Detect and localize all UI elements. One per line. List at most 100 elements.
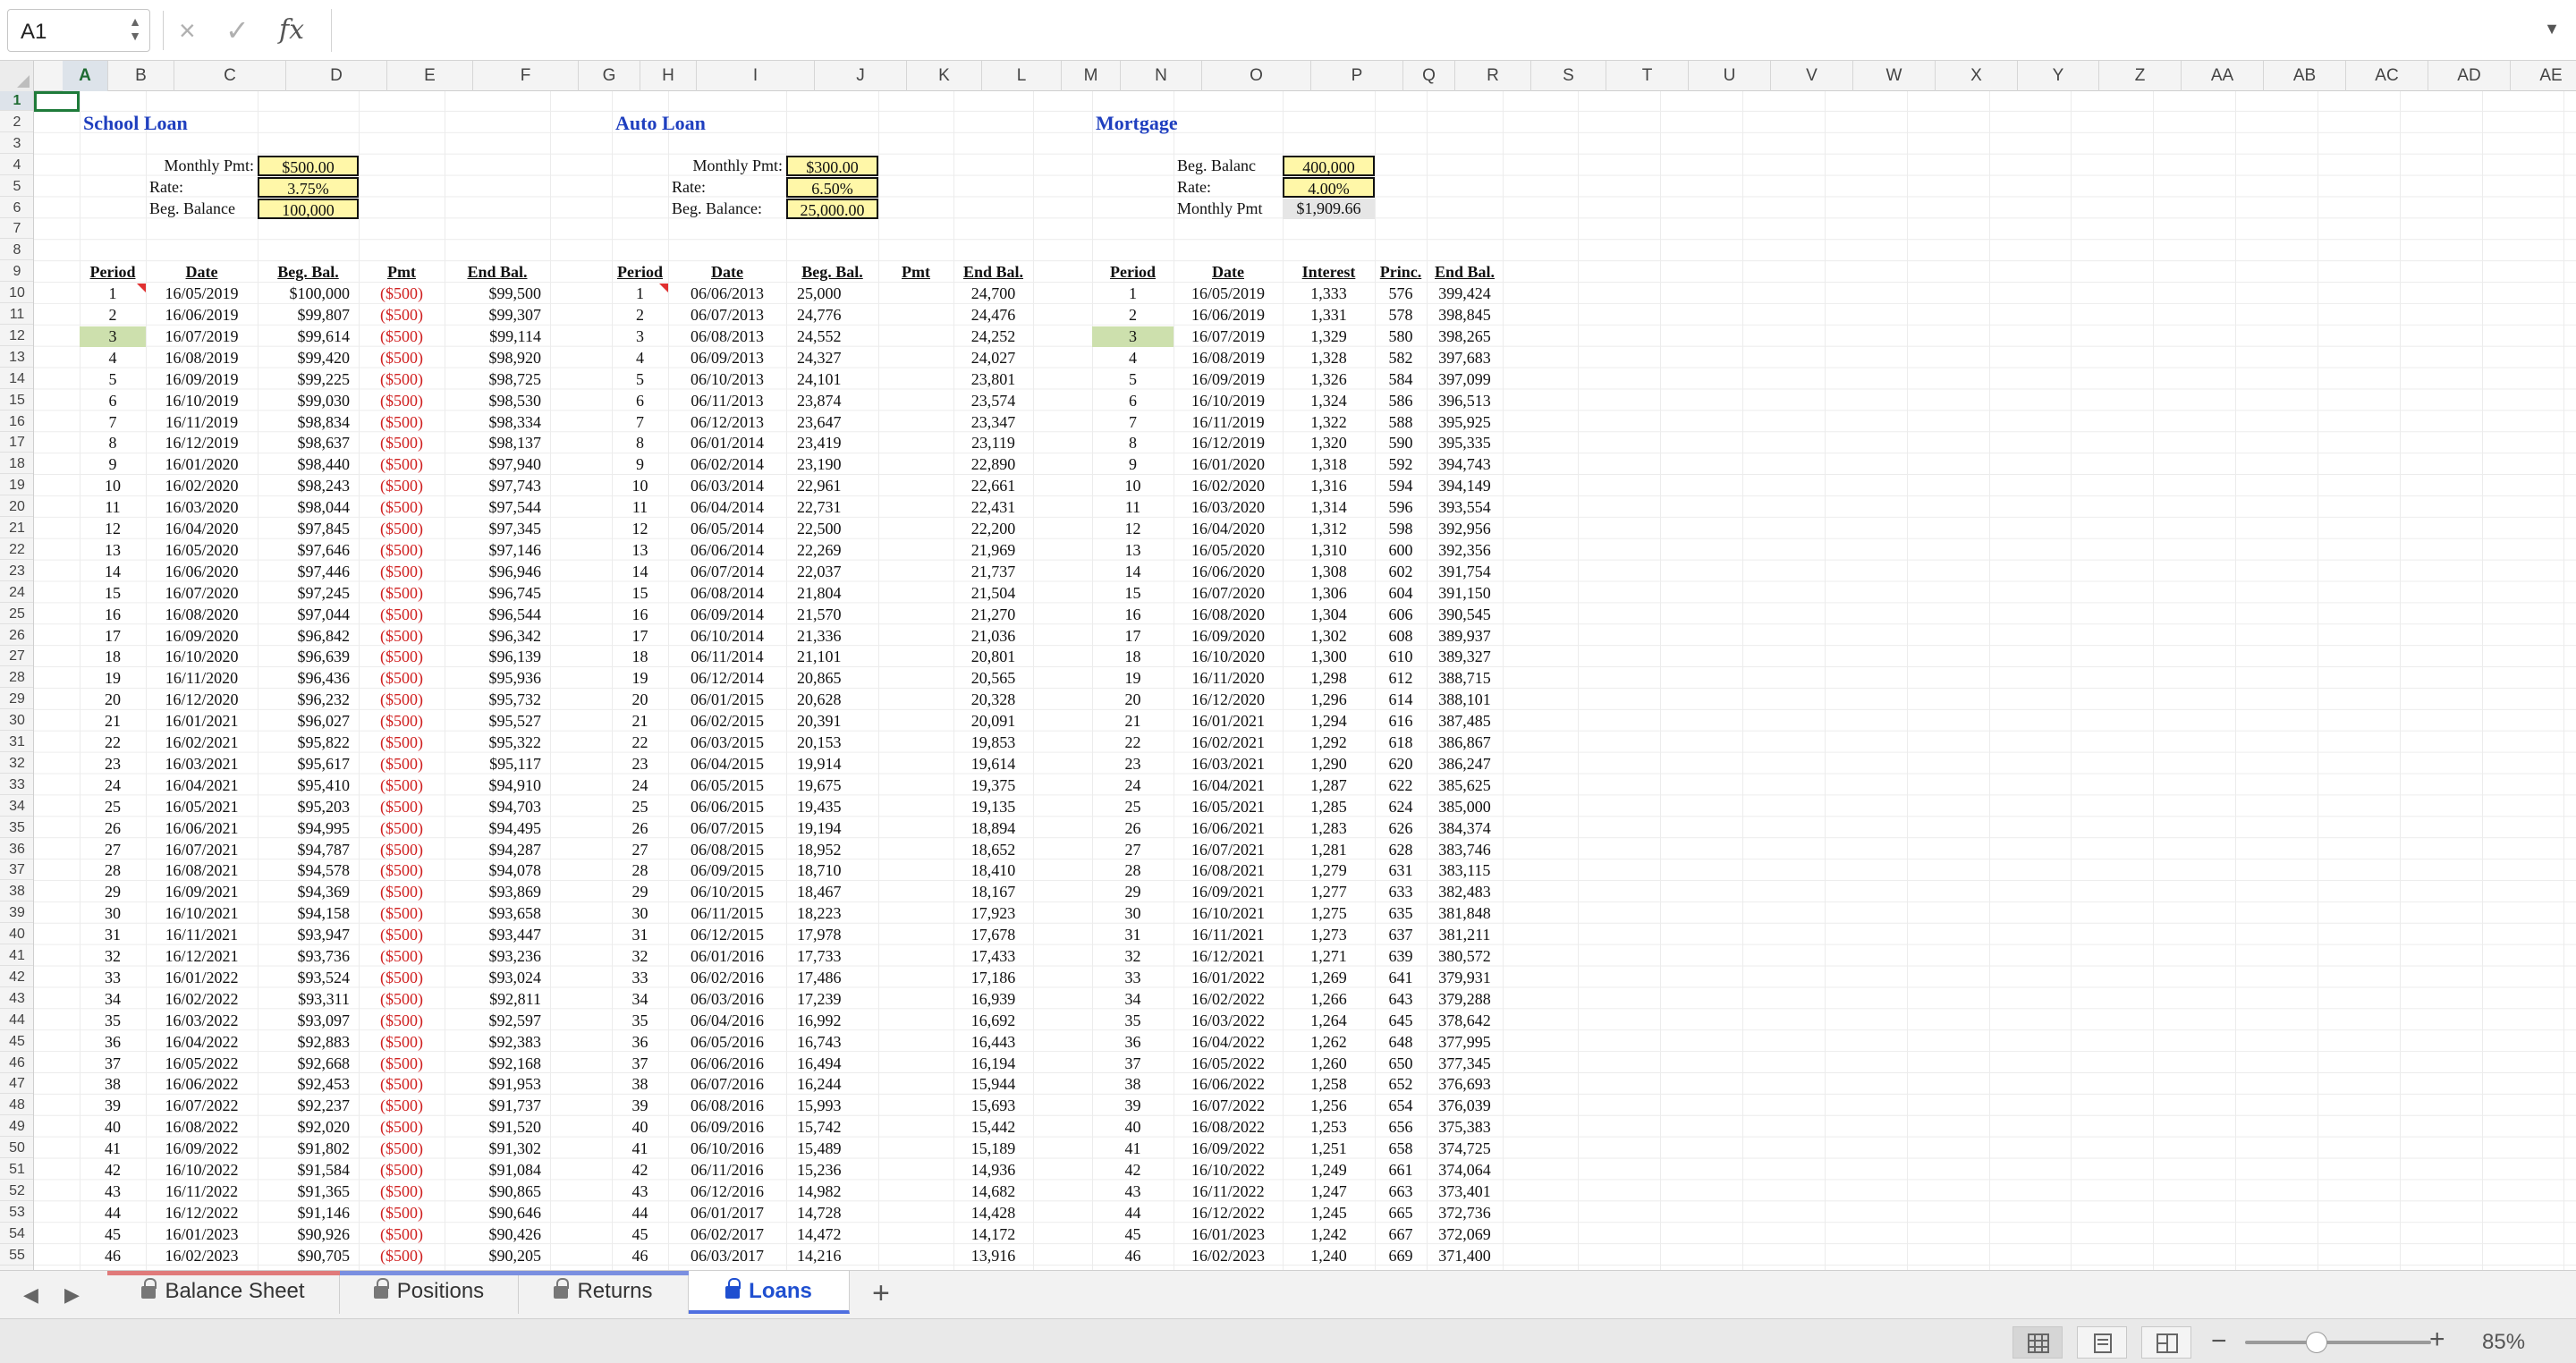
school-loan-cell[interactable]: $97,044 <box>258 605 359 625</box>
mortgage-cell[interactable]: 19 <box>1092 668 1174 689</box>
row-header-43[interactable]: 43 <box>0 989 33 1009</box>
mortgage-cell[interactable]: 1,249 <box>1283 1160 1375 1181</box>
row-header-49[interactable]: 49 <box>0 1117 33 1138</box>
school-loan-cell[interactable]: 16/09/2020 <box>146 626 258 647</box>
row-header-53[interactable]: 53 <box>0 1203 33 1223</box>
school-loan-cell[interactable]: 16/12/2020 <box>146 690 258 710</box>
mortgage-cell[interactable]: 16/05/2019 <box>1174 284 1283 304</box>
auto-loan-cell[interactable]: 43 <box>612 1181 668 1202</box>
mortgage-cell[interactable]: 622 <box>1375 775 1427 796</box>
auto-loan-cell[interactable]: 45 <box>612 1224 668 1245</box>
school-loan-cell[interactable]: $91,584 <box>258 1160 359 1181</box>
school-loan-cell[interactable]: 12 <box>80 519 146 539</box>
auto-loan-cell[interactable]: 16,939 <box>953 989 1033 1010</box>
auto-loan-cell[interactable]: 21,270 <box>953 605 1033 625</box>
mortgage-cell[interactable]: 25 <box>1092 797 1174 817</box>
school-loan-cell[interactable]: $93,024 <box>445 968 550 988</box>
auto-loan-cell[interactable]: 15 <box>612 583 668 604</box>
auto-loan-cell[interactable]: 06/12/2016 <box>668 1181 786 1202</box>
mortgage-cell[interactable]: 1,242 <box>1283 1224 1375 1245</box>
auto-loan-cell[interactable]: 06/12/2013 <box>668 412 786 433</box>
school-loan-cell[interactable]: $96,027 <box>258 711 359 732</box>
auto-loan-cell[interactable]: 19,614 <box>953 754 1033 775</box>
row-header-45[interactable]: 45 <box>0 1032 33 1052</box>
school-loan-cell[interactable]: $91,737 <box>445 1096 550 1116</box>
mortgage-cell[interactable]: 16/01/2021 <box>1174 711 1283 732</box>
school-loan-cell[interactable]: $90,926 <box>258 1224 359 1245</box>
auto-loan-cell[interactable]: 15,693 <box>953 1096 1033 1116</box>
row-header-6[interactable]: 6 <box>0 199 33 218</box>
row-header-20[interactable]: 20 <box>0 497 33 518</box>
confirm-icon[interactable]: ✓ <box>225 13 250 48</box>
school-loan-cell[interactable]: $98,137 <box>445 433 550 453</box>
mortgage-cell[interactable]: 663 <box>1375 1181 1427 1202</box>
school-loan-cell[interactable]: $97,845 <box>258 519 359 539</box>
normal-view-button[interactable] <box>2012 1326 2063 1359</box>
mortgage-cell[interactable]: 1,287 <box>1283 775 1375 796</box>
mortgage-cell[interactable]: 20 <box>1092 690 1174 710</box>
school-loan-cell[interactable]: ($500) <box>359 711 445 732</box>
mortgage-cell[interactable]: 1,326 <box>1283 369 1375 390</box>
auto-loan-cell[interactable]: 14,216 <box>786 1246 878 1266</box>
mortgage-cell[interactable]: 13 <box>1092 540 1174 561</box>
auto-loan-cell[interactable]: 23,347 <box>953 412 1033 433</box>
school-loan-cell[interactable]: 16/10/2019 <box>146 391 258 411</box>
auto-loan-rate-input[interactable]: 6.50% <box>786 176 878 198</box>
mortgage-cell[interactable]: 44 <box>1092 1203 1174 1223</box>
auto-loan-cell[interactable]: 16,194 <box>953 1054 1033 1074</box>
auto-loan-cell[interactable]: 5 <box>612 369 668 390</box>
mortgage-cell[interactable]: 624 <box>1375 797 1427 817</box>
school-loan-cell[interactable]: $98,637 <box>258 433 359 453</box>
auto-loan-cell[interactable]: 15,489 <box>786 1139 878 1159</box>
school-loan-cell[interactable]: $96,139 <box>445 647 550 667</box>
mortgage-cell[interactable]: 393,554 <box>1427 497 1503 518</box>
auto-loan-cell[interactable]: 21,969 <box>953 540 1033 561</box>
school-loan-cell[interactable]: ($500) <box>359 860 445 881</box>
school-loan-cell[interactable]: $91,802 <box>258 1139 359 1159</box>
school-loan-cell[interactable]: 45 <box>80 1224 146 1245</box>
select-all-corner[interactable] <box>0 61 34 91</box>
school-loan-cell[interactable]: 16/11/2019 <box>146 412 258 433</box>
school-loan-cell[interactable]: 46 <box>80 1246 146 1266</box>
school-loan-cell[interactable]: $96,842 <box>258 626 359 647</box>
row-header-27[interactable]: 27 <box>0 647 33 667</box>
school-loan-cell[interactable]: $98,920 <box>445 348 550 368</box>
school-loan-cell[interactable]: ($500) <box>359 925 445 945</box>
auto-loan-cell[interactable]: 17,733 <box>786 946 878 967</box>
mortgage-cell[interactable]: 16/06/2020 <box>1174 562 1283 582</box>
mortgage-cell[interactable]: 32 <box>1092 946 1174 967</box>
row-header-14[interactable]: 14 <box>0 369 33 389</box>
mortgage-cell[interactable]: 386,867 <box>1427 732 1503 753</box>
school-loan-cell[interactable]: 16/09/2021 <box>146 882 258 902</box>
school-loan-cell[interactable]: ($500) <box>359 519 445 539</box>
mortgage-cell[interactable]: 399,424 <box>1427 284 1503 304</box>
mortgage-cell[interactable]: 576 <box>1375 284 1427 304</box>
school-loan-cell[interactable]: ($500) <box>359 284 445 304</box>
mortgage-cell[interactable]: 1,269 <box>1283 968 1375 988</box>
school-loan-cell[interactable]: $91,146 <box>258 1203 359 1223</box>
next-sheet-icon[interactable]: ▶ <box>64 1283 80 1307</box>
row-header-9[interactable]: 9 <box>0 262 33 283</box>
mortgage-cell[interactable]: 6 <box>1092 391 1174 411</box>
mortgage-cell[interactable]: 1,300 <box>1283 647 1375 667</box>
mortgage-cell[interactable]: 7 <box>1092 412 1174 433</box>
school-loan-cell[interactable]: ($500) <box>359 882 445 902</box>
school-loan-cell[interactable]: 1 <box>80 284 146 304</box>
mortgage-cell[interactable]: 1,304 <box>1283 605 1375 625</box>
auto-loan-cell[interactable]: 06/09/2016 <box>668 1117 786 1138</box>
school-loan-cell[interactable]: ($500) <box>359 497 445 518</box>
mortgage-cell[interactable]: 374,725 <box>1427 1139 1503 1159</box>
school-loan-cell[interactable]: $96,544 <box>445 605 550 625</box>
mortgage-cell[interactable]: 1,258 <box>1283 1074 1375 1095</box>
school-loan-cell[interactable]: ($500) <box>359 1011 445 1031</box>
column-header-ab[interactable]: AB <box>2264 61 2346 91</box>
mortgage-cell[interactable]: 1,245 <box>1283 1203 1375 1223</box>
school-loan-cell[interactable]: $99,114 <box>445 326 550 347</box>
mortgage-cell[interactable]: 46 <box>1092 1246 1174 1266</box>
school-loan-cell[interactable]: 16/02/2023 <box>146 1246 258 1266</box>
mortgage-cell[interactable]: 371,400 <box>1427 1246 1503 1266</box>
school-loan-cell[interactable]: $97,940 <box>445 454 550 475</box>
auto-loan-cell[interactable]: 19,375 <box>953 775 1033 796</box>
school-loan-cell[interactable]: 16/01/2023 <box>146 1224 258 1245</box>
row-header-35[interactable]: 35 <box>0 818 33 838</box>
